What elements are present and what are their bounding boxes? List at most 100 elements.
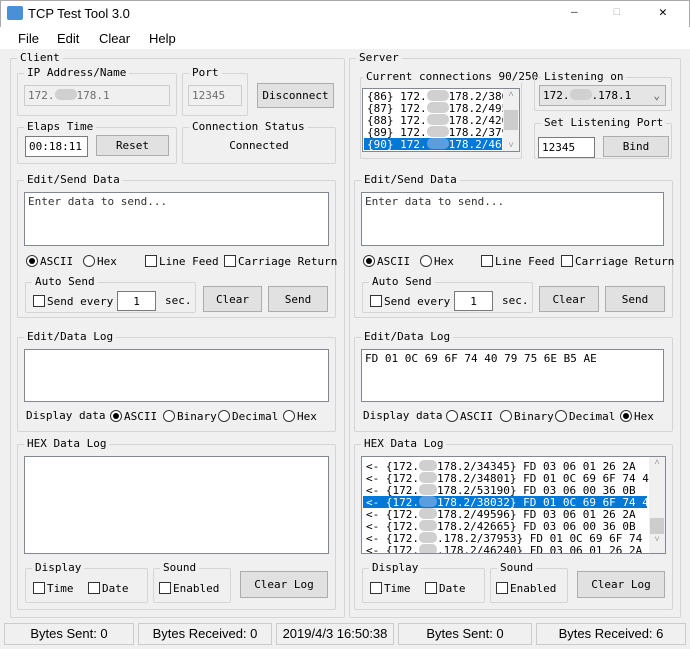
client-label: Client bbox=[17, 51, 63, 64]
client-time-checkbox[interactable]: Time bbox=[33, 582, 74, 595]
client-log-textarea[interactable] bbox=[24, 349, 329, 402]
listening-label: Listening on bbox=[541, 70, 627, 83]
hexlog-line[interactable]: <- {172. 178.2/38032} FD 01 0C 69 6F 74 4… bbox=[363, 496, 665, 509]
menu-file[interactable]: File bbox=[18, 31, 39, 46]
status-datetime: 2019/4/3 16:50:38 bbox=[276, 623, 394, 645]
hexlog-label: HEX Data Log bbox=[361, 437, 447, 450]
client-line-feed-checkbox[interactable]: Line Feed bbox=[145, 255, 219, 268]
sec-label: sec. bbox=[502, 294, 529, 307]
connection-item[interactable]: {88} 172. 178.2/42665 bbox=[364, 114, 519, 127]
hexlog-line[interactable]: <- {172. .178.2/46240} FD 03 06 01 26 2A bbox=[363, 544, 647, 553]
connections-label: Current connections 90/250 bbox=[363, 70, 542, 83]
client-ascii-radio[interactable]: ASCII bbox=[26, 255, 73, 268]
client-log-decimal-radio[interactable]: Decimal bbox=[218, 410, 278, 423]
listening-port-label: Set Listening Port bbox=[541, 116, 667, 129]
hexlog-label: HEX Data Log bbox=[24, 437, 110, 450]
port-input[interactable]: 12345 bbox=[188, 85, 242, 106]
connections-list[interactable]: {86} 172. 178.2/38032 {87} 172. 178.2/49596… bbox=[362, 88, 520, 152]
auto-send-label: Auto Send bbox=[32, 275, 98, 288]
maximize-button[interactable]: ☐ bbox=[613, 4, 621, 19]
server-carriage-return-checkbox[interactable]: Carriage Return bbox=[561, 255, 674, 268]
hexlog-line[interactable]: <- {172. 178.2/34345} FD 03 06 01 26 2A bbox=[363, 460, 647, 473]
listening-port-input[interactable]: 12345 bbox=[538, 137, 595, 158]
server-log-textarea[interactable]: FD 01 0C 69 6F 74 40 79 75 6E B5 AE bbox=[361, 349, 664, 402]
server-clear-button[interactable]: Clear bbox=[539, 286, 599, 312]
server-send-button[interactable]: Send bbox=[605, 286, 665, 312]
server-bytes-received: Bytes Received: 6 bbox=[536, 623, 686, 645]
app-icon bbox=[7, 6, 23, 20]
display-data-label: Display data a bbox=[363, 409, 456, 422]
menu-clear[interactable]: Clear bbox=[99, 31, 130, 46]
bind-button[interactable]: Bind bbox=[603, 136, 669, 157]
server-log-binary-radio[interactable]: Binary bbox=[500, 410, 554, 423]
server-bytes-sent: Bytes Sent: 0 bbox=[398, 623, 532, 645]
hexlog-line[interactable]: <- {172. 178.2/34801} FD 01 0C 69 6F 74 4… bbox=[363, 472, 665, 485]
client-log-binary-radio[interactable]: Binary bbox=[163, 410, 217, 423]
elaps-label: Elaps Time bbox=[24, 120, 97, 133]
server-ascii-radio[interactable]: ASCII bbox=[363, 255, 410, 268]
client-clear-log-button[interactable]: Clear Log bbox=[240, 571, 328, 598]
hexlog-scrollbar[interactable]: ˄ ˅ bbox=[649, 457, 665, 553]
server-log-hex-radio[interactable]: Hex bbox=[620, 410, 654, 423]
send-label: Edit/Send Data bbox=[24, 173, 123, 186]
hexlog-line[interactable]: <- {172. 178.2/53190} FD 03 06 00 36 0B bbox=[363, 484, 647, 497]
server-hexlog-list[interactable]: <- {172. 178.2/34345} FD 03 06 01 26 2A <-… bbox=[361, 456, 666, 554]
client-bytes-sent: Bytes Sent: 0 bbox=[4, 623, 134, 645]
menu-bar: File Edit Clear Help bbox=[0, 27, 690, 49]
disconnect-button[interactable]: Disconnect bbox=[257, 83, 334, 108]
hexlog-line[interactable]: <- {172. .178.2/37953} FD 01 0C 69 6F 74 … bbox=[363, 532, 665, 545]
connections-scrollbar[interactable]: ˄ ˅ bbox=[503, 89, 519, 151]
server-time-checkbox[interactable]: Time bbox=[370, 582, 411, 595]
reset-button[interactable]: Reset bbox=[96, 135, 169, 156]
elaps-time: 00:18:11 bbox=[25, 136, 88, 157]
connection-item[interactable]: {86} 172. 178.2/38032 bbox=[364, 90, 519, 103]
auto-send-label: Auto Send bbox=[369, 275, 435, 288]
server-send-textarea[interactable]: Enter data to send... bbox=[361, 192, 664, 246]
menu-help[interactable]: Help bbox=[149, 31, 176, 46]
server-clear-log-button[interactable]: Clear Log bbox=[577, 571, 665, 598]
display-label: Display bbox=[369, 561, 422, 574]
client-hexlog-list[interactable] bbox=[24, 456, 329, 554]
close-button[interactable]: ✕ bbox=[659, 5, 667, 20]
client-send-textarea[interactable]: Enter data to send... bbox=[24, 192, 329, 246]
client-clear-button[interactable]: Clear bbox=[203, 286, 262, 312]
client-log-hex-radio[interactable]: Hex bbox=[283, 410, 317, 423]
client-send-every-checkbox[interactable]: Send every bbox=[33, 295, 113, 308]
server-sound-checkbox[interactable]: Enabled bbox=[496, 582, 556, 595]
server-log-ascii-radio[interactable]: ASCII bbox=[446, 410, 493, 423]
hexlog-line[interactable]: <- {172. 178.2/49596} FD 03 06 01 26 2A bbox=[363, 508, 647, 521]
server-send-every-checkbox[interactable]: Send every bbox=[370, 295, 450, 308]
connection-item[interactable]: {89} 172. 178.2/37953 bbox=[364, 126, 519, 139]
client-date-checkbox[interactable]: Date bbox=[88, 582, 129, 595]
send-label: Edit/Send Data bbox=[361, 173, 460, 186]
connection-status: Connected bbox=[229, 139, 289, 152]
ip-label: IP Address/Name bbox=[24, 66, 130, 79]
server-date-checkbox[interactable]: Date bbox=[425, 582, 466, 595]
port-label: Port bbox=[189, 66, 222, 79]
server-line-feed-checkbox[interactable]: Line Feed bbox=[481, 255, 555, 268]
hexlog-line[interactable]: <- {172. 178.2/42665} FD 03 06 00 36 0B bbox=[363, 520, 647, 533]
client-interval-input[interactable]: 1 bbox=[117, 291, 156, 311]
connection-status-label: Connection Status bbox=[189, 120, 308, 133]
log-label: Edit/Data Log bbox=[24, 330, 117, 343]
listening-select[interactable]: 172. .178.1 ⌄ bbox=[539, 85, 666, 106]
sound-label: Sound bbox=[160, 561, 200, 574]
client-carriage-return-checkbox[interactable]: Carriage Return bbox=[224, 255, 337, 268]
connection-item[interactable]: {90} 172. 178.2/46240 bbox=[364, 138, 519, 151]
server-log-decimal-radio[interactable]: Decimal bbox=[555, 410, 615, 423]
client-bytes-received: Bytes Received: 0 bbox=[138, 623, 272, 645]
client-log-ascii-radio[interactable]: ASCII bbox=[110, 410, 157, 423]
server-label: Server bbox=[356, 51, 402, 64]
ip-input[interactable]: 172. 178.1 bbox=[24, 85, 170, 106]
client-hex-radio[interactable]: Hex bbox=[83, 255, 117, 268]
server-interval-input[interactable]: 1 bbox=[454, 291, 493, 311]
display-data-label: Display data a bbox=[26, 409, 119, 422]
redacted bbox=[54, 89, 77, 100]
menu-edit[interactable]: Edit bbox=[57, 31, 79, 46]
connection-item[interactable]: {87} 172. 178.2/49596 bbox=[364, 102, 519, 115]
title-bar: TCP Test Tool 3.0 — ☐ ✕ bbox=[0, 0, 690, 27]
server-hex-radio[interactable]: Hex bbox=[420, 255, 454, 268]
minimize-button[interactable]: — bbox=[571, 5, 578, 18]
client-send-button[interactable]: Send bbox=[268, 286, 328, 312]
client-sound-checkbox[interactable]: Enabled bbox=[159, 582, 219, 595]
